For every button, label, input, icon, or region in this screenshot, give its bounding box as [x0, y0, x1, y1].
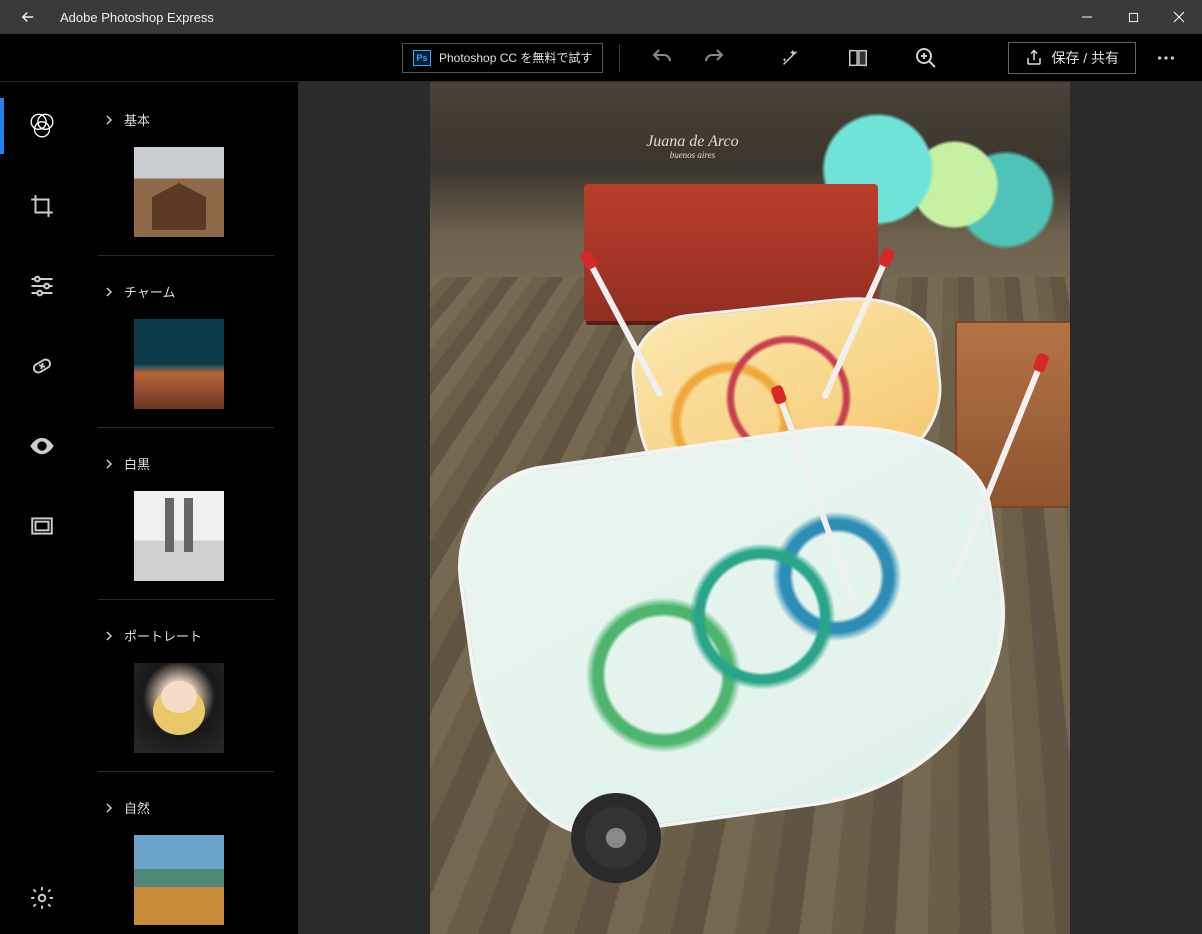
back-button[interactable]: [8, 0, 48, 34]
canvas-image: Juana de Arco buenos aires: [430, 82, 1070, 934]
panel-header-nature[interactable]: 自然: [74, 790, 298, 825]
panel-label: 基本: [124, 110, 150, 129]
crop-tool[interactable]: [10, 184, 74, 228]
panel-header-basic[interactable]: 基本: [74, 102, 298, 137]
redo-button[interactable]: [688, 34, 740, 82]
compare-button[interactable]: [832, 34, 884, 82]
panel-header-portrait[interactable]: ポートレート: [74, 618, 298, 653]
chevron-right-icon: [104, 459, 114, 469]
undo-button[interactable]: [636, 34, 688, 82]
window-maximize-button[interactable]: [1110, 0, 1156, 34]
save-share-button[interactable]: 保存 / 共有: [1008, 42, 1136, 74]
toolbar: Ps Photoshop CC を無料で試す 保存 / 共有: [0, 34, 1202, 82]
redeye-tool[interactable]: [10, 424, 74, 468]
spot-heal-tool[interactable]: [10, 344, 74, 388]
divider: [98, 427, 274, 428]
save-share-label: 保存 / 共有: [1051, 48, 1119, 68]
toolbar-divider: [619, 44, 620, 72]
window-close-button[interactable]: [1156, 0, 1202, 34]
panel-label: ポートレート: [124, 626, 202, 645]
canvas-area[interactable]: Juana de Arco buenos aires: [298, 82, 1202, 934]
panel-header-bw[interactable]: 白黒: [74, 446, 298, 481]
app-title: Adobe Photoshop Express: [60, 10, 214, 25]
window-minimize-button[interactable]: [1064, 0, 1110, 34]
chevron-right-icon: [104, 631, 114, 641]
divider: [98, 255, 274, 256]
borders-tool[interactable]: [10, 504, 74, 548]
panel-header-charm[interactable]: チャーム: [74, 274, 298, 309]
main-area: 基本 チャーム 白黒 ポートレート: [0, 82, 1202, 934]
divider: [98, 771, 274, 772]
preset-thumb-basic[interactable]: [134, 147, 224, 237]
auto-enhance-button[interactable]: [764, 34, 816, 82]
share-icon: [1025, 49, 1043, 67]
zoom-in-button[interactable]: [900, 34, 952, 82]
panel-label: 白黒: [124, 454, 150, 473]
cc-promo-label: Photoshop CC を無料で試す: [439, 49, 592, 66]
looks-panel: 基本 チャーム 白黒 ポートレート: [74, 82, 298, 934]
chevron-right-icon: [104, 287, 114, 297]
titlebar: Adobe Photoshop Express: [0, 0, 1202, 34]
panel-label: チャーム: [124, 282, 175, 301]
chevron-right-icon: [104, 115, 114, 125]
more-options-button[interactable]: [1142, 47, 1190, 69]
divider: [98, 599, 274, 600]
looks-tool[interactable]: [10, 104, 74, 148]
chevron-right-icon: [104, 803, 114, 813]
settings-button[interactable]: [10, 876, 74, 920]
left-tool-rail: [10, 82, 74, 934]
photoshop-cc-promo-button[interactable]: Ps Photoshop CC を無料で試す: [402, 43, 603, 73]
adjustments-tool[interactable]: [10, 264, 74, 308]
preset-thumb-bw[interactable]: [134, 491, 224, 581]
ps-badge-icon: Ps: [413, 50, 431, 66]
preset-thumb-portrait[interactable]: [134, 663, 224, 753]
panel-label: 自然: [124, 798, 150, 817]
preset-thumb-charm[interactable]: [134, 319, 224, 409]
preset-thumb-nature[interactable]: [134, 835, 224, 925]
